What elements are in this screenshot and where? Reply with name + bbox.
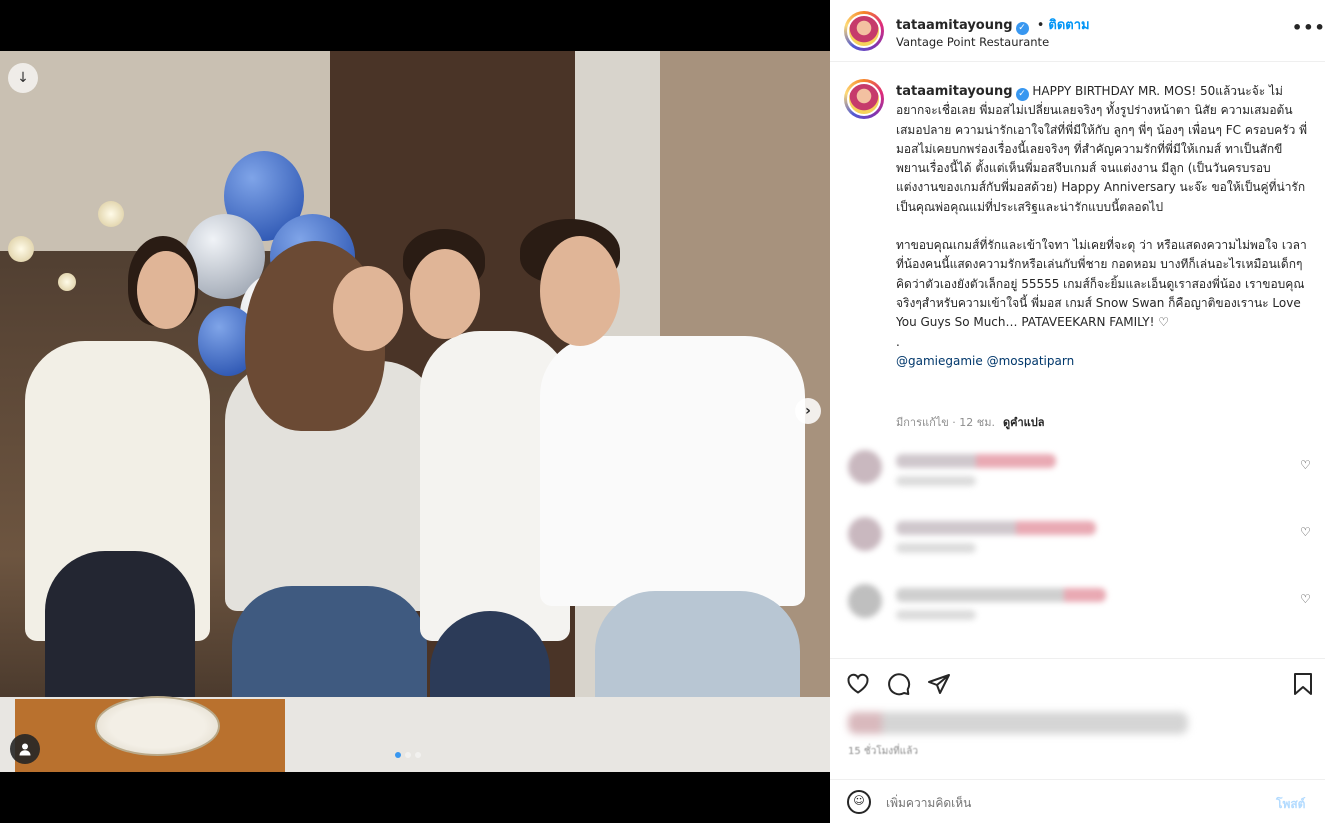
- person-4-face: [540, 236, 620, 346]
- carousel-dot: [405, 752, 411, 758]
- comment-item: ♡: [848, 450, 1311, 500]
- header-title: tataamitayoung ✓ • ติดตาม: [896, 14, 1090, 35]
- user-icon: [19, 743, 31, 756]
- avatar[interactable]: [848, 450, 882, 484]
- person-2-face: [333, 266, 403, 351]
- verified-badge-icon: ✓: [1015, 22, 1029, 35]
- tagged-people-button[interactable]: [10, 734, 40, 764]
- more-options-icon[interactable]: •••: [1292, 18, 1325, 37]
- avatar[interactable]: [844, 11, 884, 51]
- comment-item: ♡: [848, 584, 1311, 634]
- carousel-dot: [395, 752, 401, 758]
- person-3-face: [410, 249, 480, 339]
- send-icon[interactable]: [927, 672, 951, 703]
- caption-paragraph-2: ทาขอบคุณเกมส์ที่รักและเข้าใจทา ไม่เคยที่…: [896, 238, 1307, 330]
- person-4-sweatshirt: [540, 336, 805, 606]
- like-comment-icon[interactable]: ♡: [1300, 525, 1311, 539]
- location-link[interactable]: Vantage Point Restaurante: [896, 35, 1049, 49]
- person-1-face: [137, 251, 195, 329]
- download-icon[interactable]: ↓: [8, 63, 38, 93]
- mention-link[interactable]: @gamiegamie: [896, 354, 983, 368]
- post-comment-button[interactable]: โพสต์: [1276, 795, 1305, 814]
- post-photo[interactable]: [0, 51, 830, 772]
- plate: [95, 696, 220, 756]
- edited-timestamp: มีการแก้ไข · 12 ชม.: [896, 416, 995, 429]
- pendant-lamp: [58, 273, 76, 291]
- comment-item: ♡: [848, 517, 1311, 567]
- action-bar: [830, 658, 1325, 710]
- comment-input[interactable]: [886, 792, 1266, 814]
- author-username[interactable]: tataamitayoung: [896, 18, 1013, 33]
- post-timestamp: 15 ชั่วโมงที่แล้ว: [848, 746, 918, 757]
- caption-username[interactable]: tataamitayoung: [896, 84, 1013, 99]
- mention-link[interactable]: @mospatiparn: [987, 354, 1075, 368]
- carousel-indicator: [395, 752, 421, 758]
- pendant-lamp: [8, 236, 34, 262]
- next-slide-button[interactable]: ›: [795, 398, 821, 424]
- post-header: tataamitayoung ✓ • ติดตาม Vantage Point Re…: [830, 0, 1325, 62]
- like-comment-icon[interactable]: ♡: [1300, 592, 1311, 606]
- comment-text-blurred: [896, 588, 1106, 602]
- post-side-panel: tataamitayoung ✓ • ติดตาม Vantage Point Re…: [830, 0, 1325, 823]
- comment-icon[interactable]: [887, 672, 911, 703]
- avatar[interactable]: [848, 517, 882, 551]
- see-translation-button[interactable]: ดูคำแปล: [1003, 416, 1045, 429]
- verified-badge-icon: ✓: [1015, 88, 1029, 101]
- comment-text-blurred: [896, 521, 1096, 535]
- comment-text-blurred: [896, 454, 1056, 468]
- like-comment-icon[interactable]: ♡: [1300, 458, 1311, 472]
- comment-meta-blurred: [896, 476, 976, 486]
- heart-icon[interactable]: [846, 672, 870, 701]
- caption: tataamitayoung ✓ HAPPY BIRTHDAY MR. MOS! …: [896, 82, 1310, 371]
- post-media: ↓ ›: [0, 0, 830, 823]
- emoji-icon[interactable]: ☺: [847, 790, 871, 814]
- caption-meta: มีการแก้ไข · 12 ชม. ดูคำแปล: [896, 413, 1045, 431]
- comment-meta-blurred: [896, 543, 976, 553]
- follow-button[interactable]: ติดตาม: [1048, 18, 1089, 33]
- pendant-lamp: [98, 201, 124, 227]
- bookmark-icon[interactable]: [1293, 672, 1313, 703]
- caption-paragraph-1: HAPPY BIRTHDAY MR. MOS! 50แล้วนะจ้ะ ไม่อ…: [896, 84, 1308, 214]
- avatar[interactable]: [848, 584, 882, 618]
- carousel-dot: [415, 752, 421, 758]
- likes-count-blurred: [848, 712, 1188, 734]
- add-comment-bar: ☺ โพสต์: [830, 779, 1325, 823]
- person-1-jeans: [45, 551, 195, 721]
- chevron-right-icon: ›: [805, 403, 811, 419]
- comment-meta-blurred: [896, 610, 976, 620]
- caption-dot: .: [896, 334, 900, 349]
- follow-separator: •: [1036, 18, 1045, 33]
- caption-avatar[interactable]: [844, 79, 884, 119]
